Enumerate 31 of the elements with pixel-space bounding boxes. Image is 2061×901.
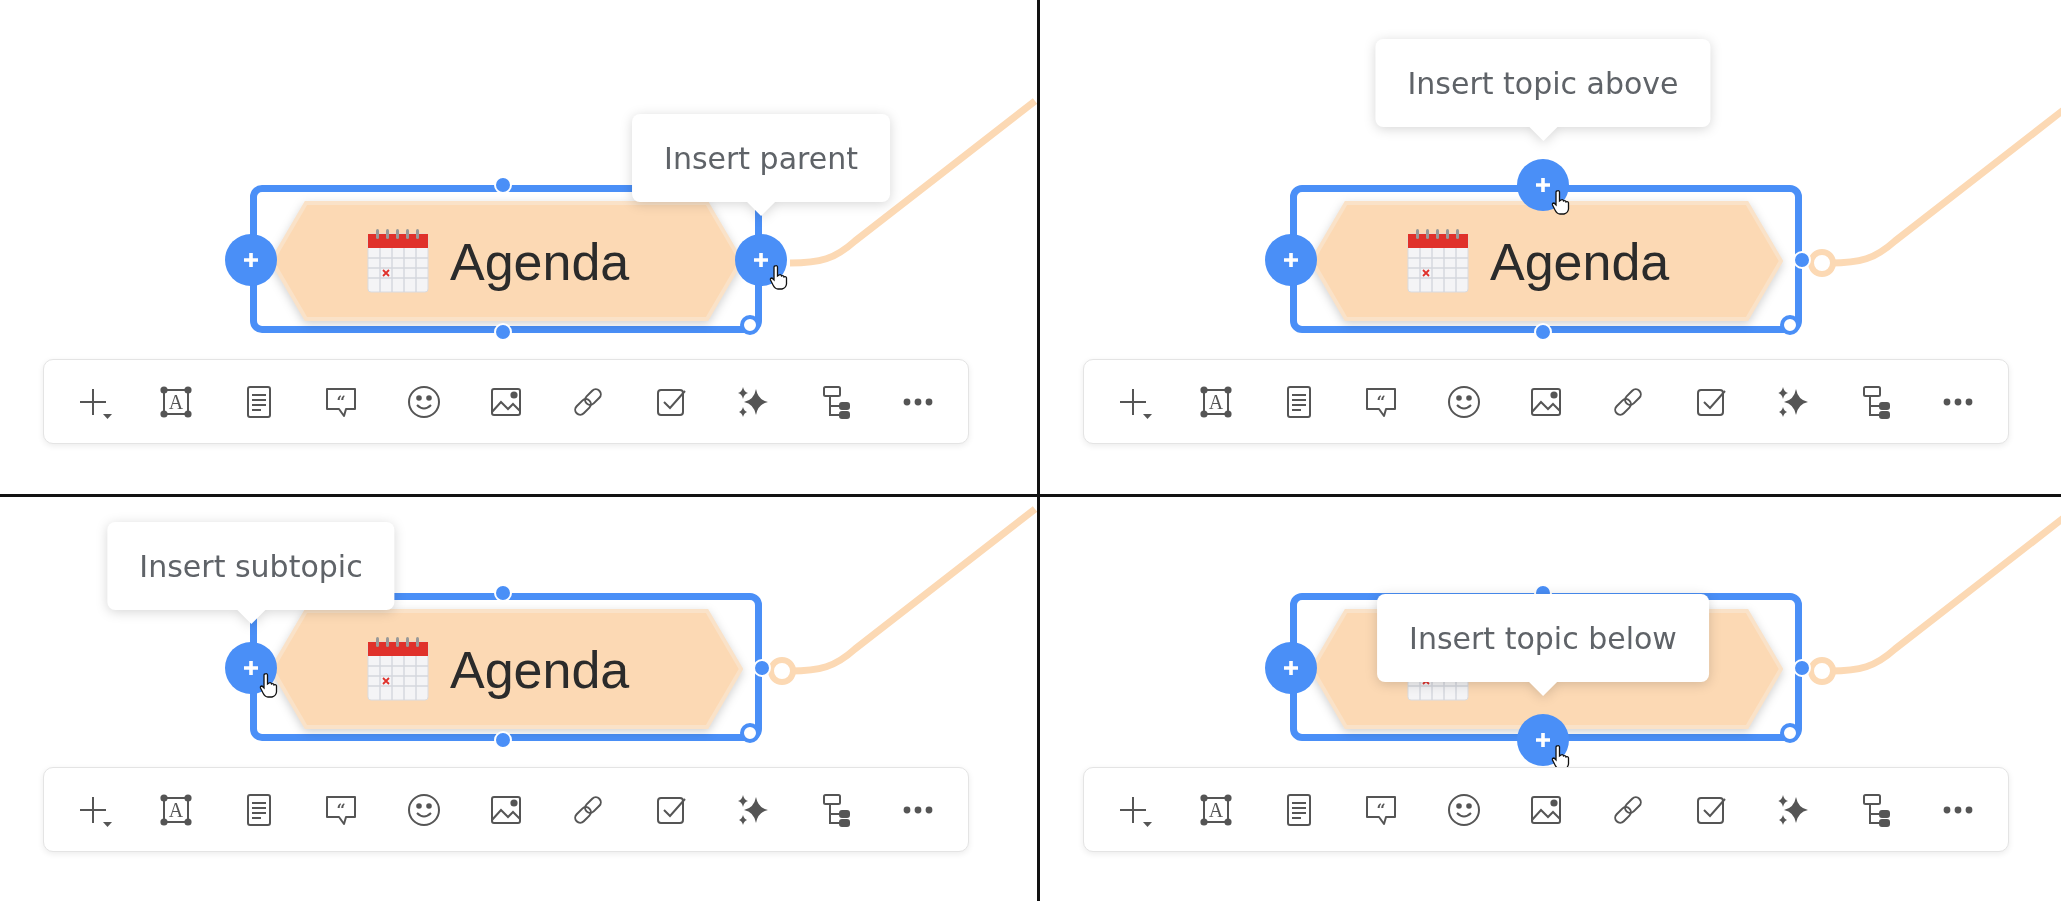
topic-label: Agenda <box>450 232 630 292</box>
hand-cursor-icon <box>1551 189 1571 215</box>
connector-anchor <box>768 657 796 685</box>
handle-dot[interactable] <box>494 584 512 602</box>
handle-dot[interactable] <box>494 731 512 749</box>
handle-dot[interactable] <box>1793 251 1811 269</box>
tooltip: Insert topic below <box>1377 594 1709 696</box>
add-handle[interactable] <box>735 234 787 286</box>
text-box-button[interactable]: A <box>1196 381 1237 422</box>
handle-dot[interactable] <box>1793 659 1811 677</box>
topic-label: Agenda <box>450 640 630 700</box>
calendar-icon <box>364 226 432 294</box>
topic-label: Agenda <box>1490 232 1670 292</box>
calendar-icon <box>1404 226 1472 294</box>
handle-dot[interactable] <box>494 176 512 194</box>
resize-handle[interactable] <box>740 723 760 743</box>
handle-dot[interactable] <box>753 659 771 677</box>
connector-anchor <box>1808 657 1836 685</box>
text-box-button[interactable]: A <box>156 789 197 830</box>
handle-dot[interactable] <box>494 323 512 341</box>
hand-cursor-icon <box>769 264 789 290</box>
text-box-button[interactable]: A <box>1196 789 1237 830</box>
resize-handle[interactable] <box>1780 723 1800 743</box>
add-handle[interactable] <box>225 642 277 694</box>
handle-dot[interactable] <box>1534 323 1552 341</box>
text-box-button[interactable]: A <box>156 381 197 422</box>
calendar-icon <box>364 634 432 702</box>
hand-cursor-icon <box>259 672 279 698</box>
resize-handle[interactable] <box>1780 315 1800 335</box>
connector-anchor <box>1808 249 1836 277</box>
resize-handle[interactable] <box>740 315 760 335</box>
